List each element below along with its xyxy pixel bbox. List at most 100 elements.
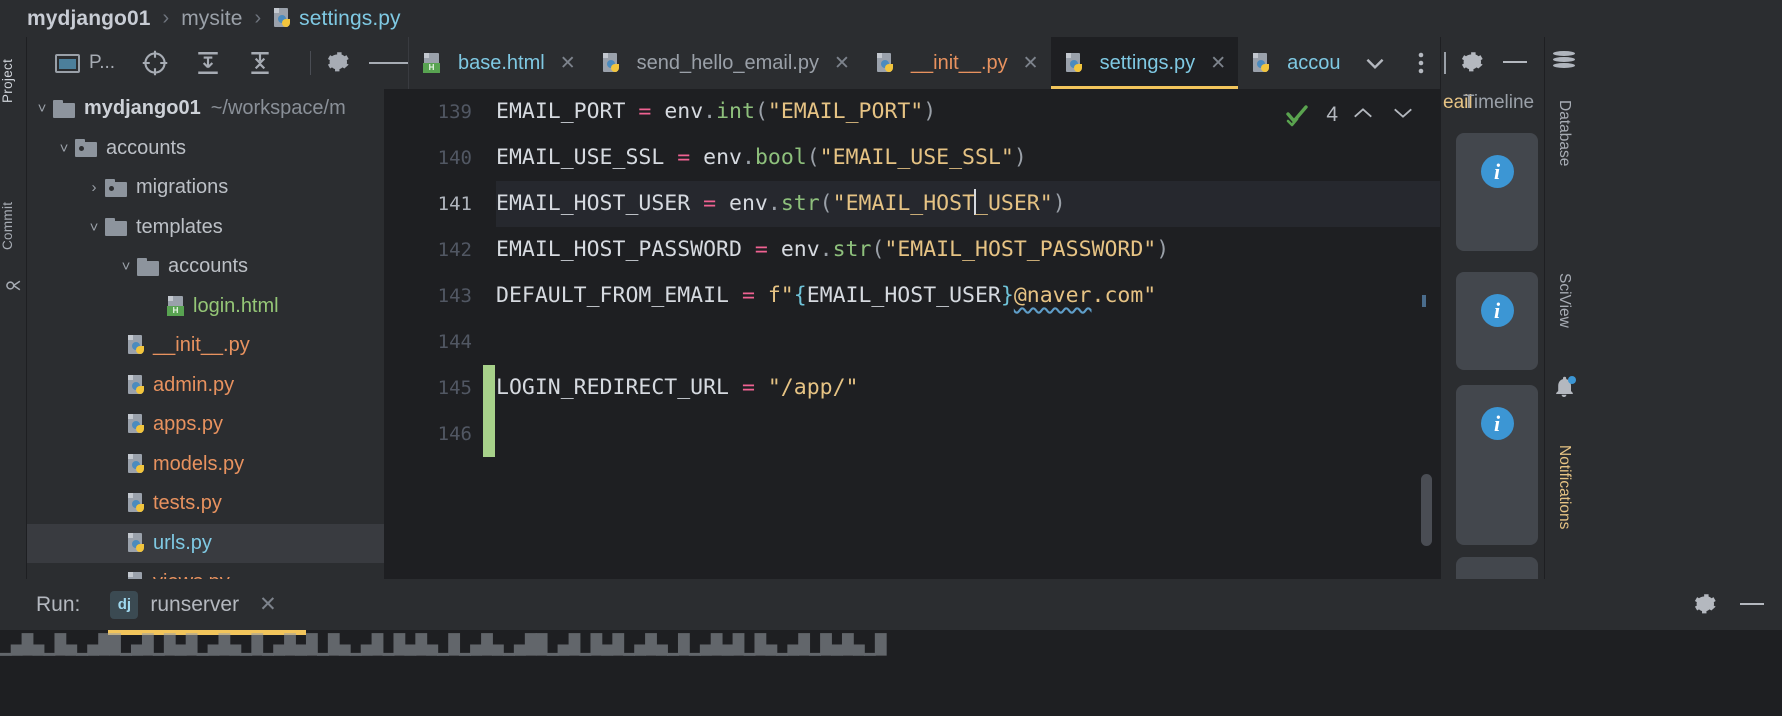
gear-icon[interactable] (1692, 591, 1720, 624)
line-number: 144 (437, 331, 472, 353)
project-file-tree: ˅ mydjango01 ~/workspace/m ˅ accounts › … (27, 89, 384, 579)
code-line-143: DEFAULT_FROM_EMAIL = f"{EMAIL_HOST_USER}… (496, 283, 1157, 308)
left-tool-strip: Project Commit (0, 37, 27, 579)
tree-item-label: tests.py (153, 492, 222, 515)
chevron-right-icon[interactable]: › (83, 179, 105, 196)
toolbar-divider (310, 51, 311, 75)
close-icon[interactable]: ✕ (834, 52, 850, 75)
tree-item-label: templates (136, 215, 223, 238)
chevron-down-icon[interactable]: ˅ (31, 100, 53, 117)
tree-row-templates-accounts[interactable]: ˅ accounts (27, 247, 384, 287)
tree-row-views-py[interactable]: views.py (27, 563, 384, 579)
html-file-icon: H (423, 52, 442, 74)
chevron-up-icon[interactable] (1348, 105, 1378, 126)
tree-row-accounts[interactable]: ˅ accounts (27, 129, 384, 169)
run-tool-window-header: Run: dj runserver ✕ (0, 579, 1782, 630)
bell-icon[interactable] (1552, 375, 1576, 404)
sidebar-item-commit[interactable]: Commit (0, 187, 27, 265)
chevron-down-icon[interactable]: ˅ (53, 140, 75, 157)
tree-row-migrations[interactable]: › migrations (27, 168, 384, 208)
tree-row-login-html[interactable]: H login.html (27, 287, 384, 327)
notification-card[interactable]: i (1456, 385, 1538, 545)
tab-base-html[interactable]: H base.html ✕ (409, 37, 588, 89)
project-view-selector[interactable]: P... (55, 52, 115, 74)
tab-label: settings.py (1099, 51, 1196, 74)
tree-item-label: login.html (193, 294, 279, 317)
info-icon: i (1480, 407, 1514, 440)
folder-icon (137, 257, 160, 276)
line-number: 145 (437, 377, 472, 399)
notifications-panel-toolbar (1441, 37, 1545, 89)
sidebar-item-sciview[interactable]: SciView (1545, 253, 1583, 347)
sidebar-item-database[interactable]: Database (1545, 79, 1583, 187)
tree-item-path: ~/workspace/m (210, 97, 346, 120)
code-editor[interactable]: 139 140 141 142 143 144 145 146 EMAIL_PO… (384, 89, 1440, 579)
close-icon[interactable]: ✕ (560, 52, 576, 75)
minimize-icon[interactable] (1740, 603, 1764, 605)
code-line-141: EMAIL_HOST_USER = env.str("EMAIL_HOST_US… (496, 189, 1066, 216)
html-file-icon: H (167, 295, 186, 317)
close-icon[interactable]: ✕ (1023, 52, 1039, 75)
inspection-count: 4 (1326, 103, 1338, 126)
breadcrumb-item-folder[interactable]: mysite (181, 7, 242, 31)
tree-item-label: migrations (136, 176, 229, 199)
code-line-145: LOGIN_REDIRECT_URL = "/app/" (496, 375, 859, 400)
tree-item-label: __init__.py (153, 334, 250, 357)
chevron-down-icon[interactable]: ˅ (115, 258, 137, 275)
close-icon[interactable]: ✕ (1210, 52, 1226, 75)
module-folder-icon (75, 139, 98, 158)
tab-send-hello-email-py[interactable]: send_hello_email.py ✕ (588, 37, 862, 89)
minimize-icon[interactable] (1503, 61, 1527, 63)
cursor-bar-icon (1444, 52, 1446, 74)
tab-init-py[interactable]: __init__.py ✕ (862, 37, 1051, 89)
project-panel-header: P... (27, 37, 393, 89)
tree-row-tests-py[interactable]: tests.py (27, 484, 384, 524)
tree-row-admin-py[interactable]: admin.py (27, 366, 384, 406)
locate-target-icon[interactable] (141, 49, 169, 77)
tree-row-apps-py[interactable]: apps.py (27, 405, 384, 445)
tree-row-models-py[interactable]: models.py (27, 445, 384, 485)
notification-card[interactable]: i (1456, 133, 1538, 251)
notification-card[interactable]: i (1456, 272, 1538, 370)
tree-row-init-py[interactable]: __init__.py (27, 326, 384, 366)
run-configuration-name[interactable]: runserver (150, 593, 239, 617)
django-icon: dj (110, 590, 139, 619)
tab-accounts[interactable]: accou (1238, 37, 1352, 89)
editor-vertical-scrollbar[interactable] (1421, 474, 1432, 546)
breadcrumb-item-file[interactable]: settings.py (299, 7, 401, 31)
sidebar-item-notifications[interactable]: Notifications (1545, 403, 1583, 571)
chevron-down-icon[interactable] (1388, 105, 1418, 126)
python-file-icon (127, 572, 146, 579)
python-file-icon (127, 374, 146, 396)
tab-label: __init__.py (910, 51, 1008, 74)
python-file-icon (127, 532, 146, 554)
code-line-140: EMAIL_USE_SSL = env.bool("EMAIL_USE_SSL"… (496, 145, 1027, 170)
chevron-down-icon[interactable]: ˅ (83, 219, 105, 236)
more-vertical-icon[interactable] (1398, 37, 1444, 89)
editor-area: H base.html ✕ send_hello_email.py ✕ __in… (384, 37, 1440, 579)
vcs-change-marker[interactable] (483, 365, 495, 457)
right-tool-strip: Database SciView Notifications (1544, 37, 1582, 579)
gear-icon[interactable] (1459, 49, 1487, 82)
inspection-widget[interactable]: 4 (1286, 103, 1418, 127)
expand-all-icon[interactable] (195, 50, 221, 76)
info-icon: i (1480, 155, 1514, 188)
editor-marker[interactable] (1422, 295, 1426, 307)
code-line-142: EMAIL_HOST_PASSWORD = env.str("EMAIL_HOS… (496, 237, 1170, 262)
tree-row-project-root[interactable]: ˅ mydjango01 ~/workspace/m (27, 89, 384, 129)
structure-icon[interactable] (5, 277, 22, 294)
inspection-ok-icon (1286, 105, 1309, 127)
gear-icon[interactable] (325, 49, 353, 77)
panel-title-front: Timeline (1463, 92, 1535, 113)
tree-row-urls-py[interactable]: urls.py (27, 523, 384, 563)
breadcrumb-item-project[interactable]: mydjango01 (27, 7, 151, 31)
sidebar-item-project[interactable]: Project (0, 43, 27, 119)
collapse-all-icon[interactable] (247, 50, 273, 76)
tree-row-templates[interactable]: ˅ templates (27, 208, 384, 248)
run-console[interactable]: ▁▄█▄▁█▄▁▄██▁▄█▁█▄█▁▄█▄▁█▁▄█▄█▁█▄▁▄█▁█▄█▄… (0, 630, 1782, 716)
minimize-icon[interactable] (384, 37, 409, 89)
close-icon[interactable]: ✕ (259, 592, 277, 617)
chevron-down-icon[interactable] (1352, 37, 1398, 89)
editor-tab-bar: H base.html ✕ send_hello_email.py ✕ __in… (384, 37, 1440, 89)
tab-settings-py[interactable]: settings.py ✕ (1050, 37, 1239, 89)
